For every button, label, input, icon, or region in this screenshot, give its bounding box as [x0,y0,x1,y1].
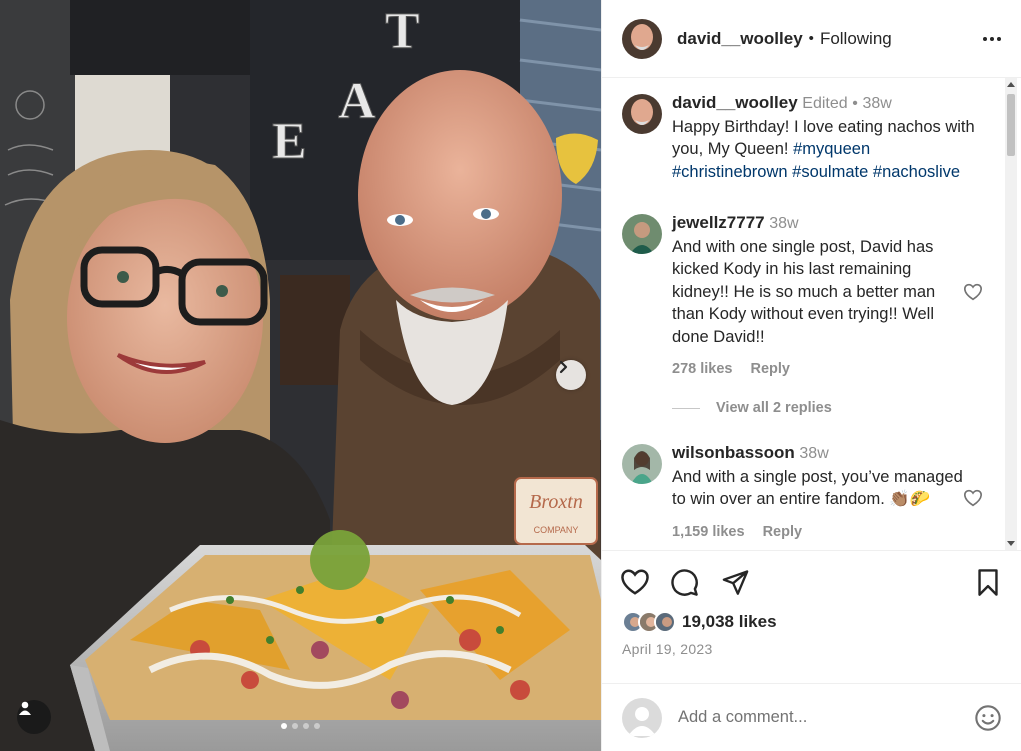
carousel-indicator [0,723,601,729]
comment-item: jewellz7777 38w And with one single post… [622,212,982,381]
caption-age[interactable]: 38w [862,95,891,112]
hashtag-link[interactable]: #christinebrown [672,163,788,181]
bookmark-icon[interactable] [975,568,1001,597]
comment-age[interactable]: 38w [799,445,828,462]
carousel-dot [303,723,309,729]
commenter-avatar[interactable] [622,214,662,254]
caption-edited-label: Edited [802,95,848,112]
reply-button[interactable]: Reply [750,358,790,381]
following-button[interactable]: Following [820,29,892,49]
paper-plane-icon[interactable] [721,568,750,596]
comment-composer [602,683,1021,751]
hashtag-link[interactable]: #nachoslive [873,163,960,181]
comments-list[interactable]: david__woolley Edited • 38w Happy Birthd… [602,78,1021,550]
caption-avatar[interactable] [622,94,662,134]
svg-text:COMPANY: COMPANY [534,525,579,535]
post-photo[interactable]: T A E Broxtn COMPANY [0,0,601,751]
photo-illustration: T A E Broxtn COMPANY [0,0,601,751]
author-username[interactable]: david__woolley [677,29,803,49]
header-separator: • [808,30,814,47]
add-comment-input[interactable] [678,708,948,727]
heart-icon[interactable] [620,568,650,596]
comment-like-heart-icon[interactable] [963,283,983,301]
hashtag-link[interactable]: #soulmate [792,163,868,181]
comment-like-heart-icon[interactable] [963,489,983,507]
comments-scrollbar[interactable] [1005,78,1017,550]
scroll-down-arrow-icon[interactable] [1007,541,1015,546]
likes-summary: 19,038 likes [622,611,777,633]
comment-text: And with one single post, David has kick… [672,237,936,346]
carousel-next-button[interactable] [556,360,586,390]
post-date[interactable]: April 19, 2023 [622,641,713,657]
sign-letter-e: E [272,113,307,170]
scroll-up-arrow-icon[interactable] [1007,82,1015,87]
caption-username[interactable]: david__woolley [672,93,798,112]
comment-age[interactable]: 38w [769,215,798,232]
author-avatar[interactable] [622,18,662,59]
commenter-username[interactable]: wilsonbassoon [672,443,795,462]
carousel-dot [281,723,287,729]
comment-likes[interactable]: 278 likes [672,358,732,381]
more-options-button[interactable] [981,31,1003,47]
emoji-smiley-icon[interactable] [974,704,1002,732]
liker-avatar[interactable] [654,611,676,633]
post-actions: 19,038 likes April 19, 2023 [602,550,1021,657]
svg-text:Broxtn: Broxtn [529,491,583,513]
current-user-avatar [622,697,662,738]
hoodie-logo: Broxtn COMPANY [514,477,598,545]
carousel-dot [314,723,320,729]
hashtag-link[interactable]: #myqueen [793,140,870,158]
commenter-avatar[interactable] [622,444,662,484]
view-replies-label: View all 2 replies [716,400,832,416]
author-avatar-image [622,18,662,59]
comment-bubble-icon[interactable] [670,568,699,597]
comment-text: And with a single post, you’ve managed t… [672,467,963,509]
more-options-icon [983,36,987,41]
view-replies-button[interactable]: View all 2 replies [672,400,832,416]
caption: david__woolley Edited • 38w Happy Birthd… [622,92,982,183]
sign-letter-t: T [385,3,420,60]
scrollbar-thumb[interactable] [1007,94,1015,156]
commenter-username[interactable]: jewellz7777 [672,213,765,232]
comment-item: wilsonbassoon 38w And with a single post… [622,442,982,543]
carousel-dot [292,723,298,729]
comment-likes[interactable]: 1,159 likes [672,521,745,544]
user-tag-icon [19,701,31,715]
chevron-right-icon [559,360,568,374]
reply-button[interactable]: Reply [763,521,803,544]
likes-count[interactable]: 19,038 likes [682,612,777,632]
post-header: david__woolley • Following [602,0,1021,78]
sign-letter-a: A [338,73,376,130]
post-side-panel: david__woolley • Following david__woolle… [601,0,1021,751]
